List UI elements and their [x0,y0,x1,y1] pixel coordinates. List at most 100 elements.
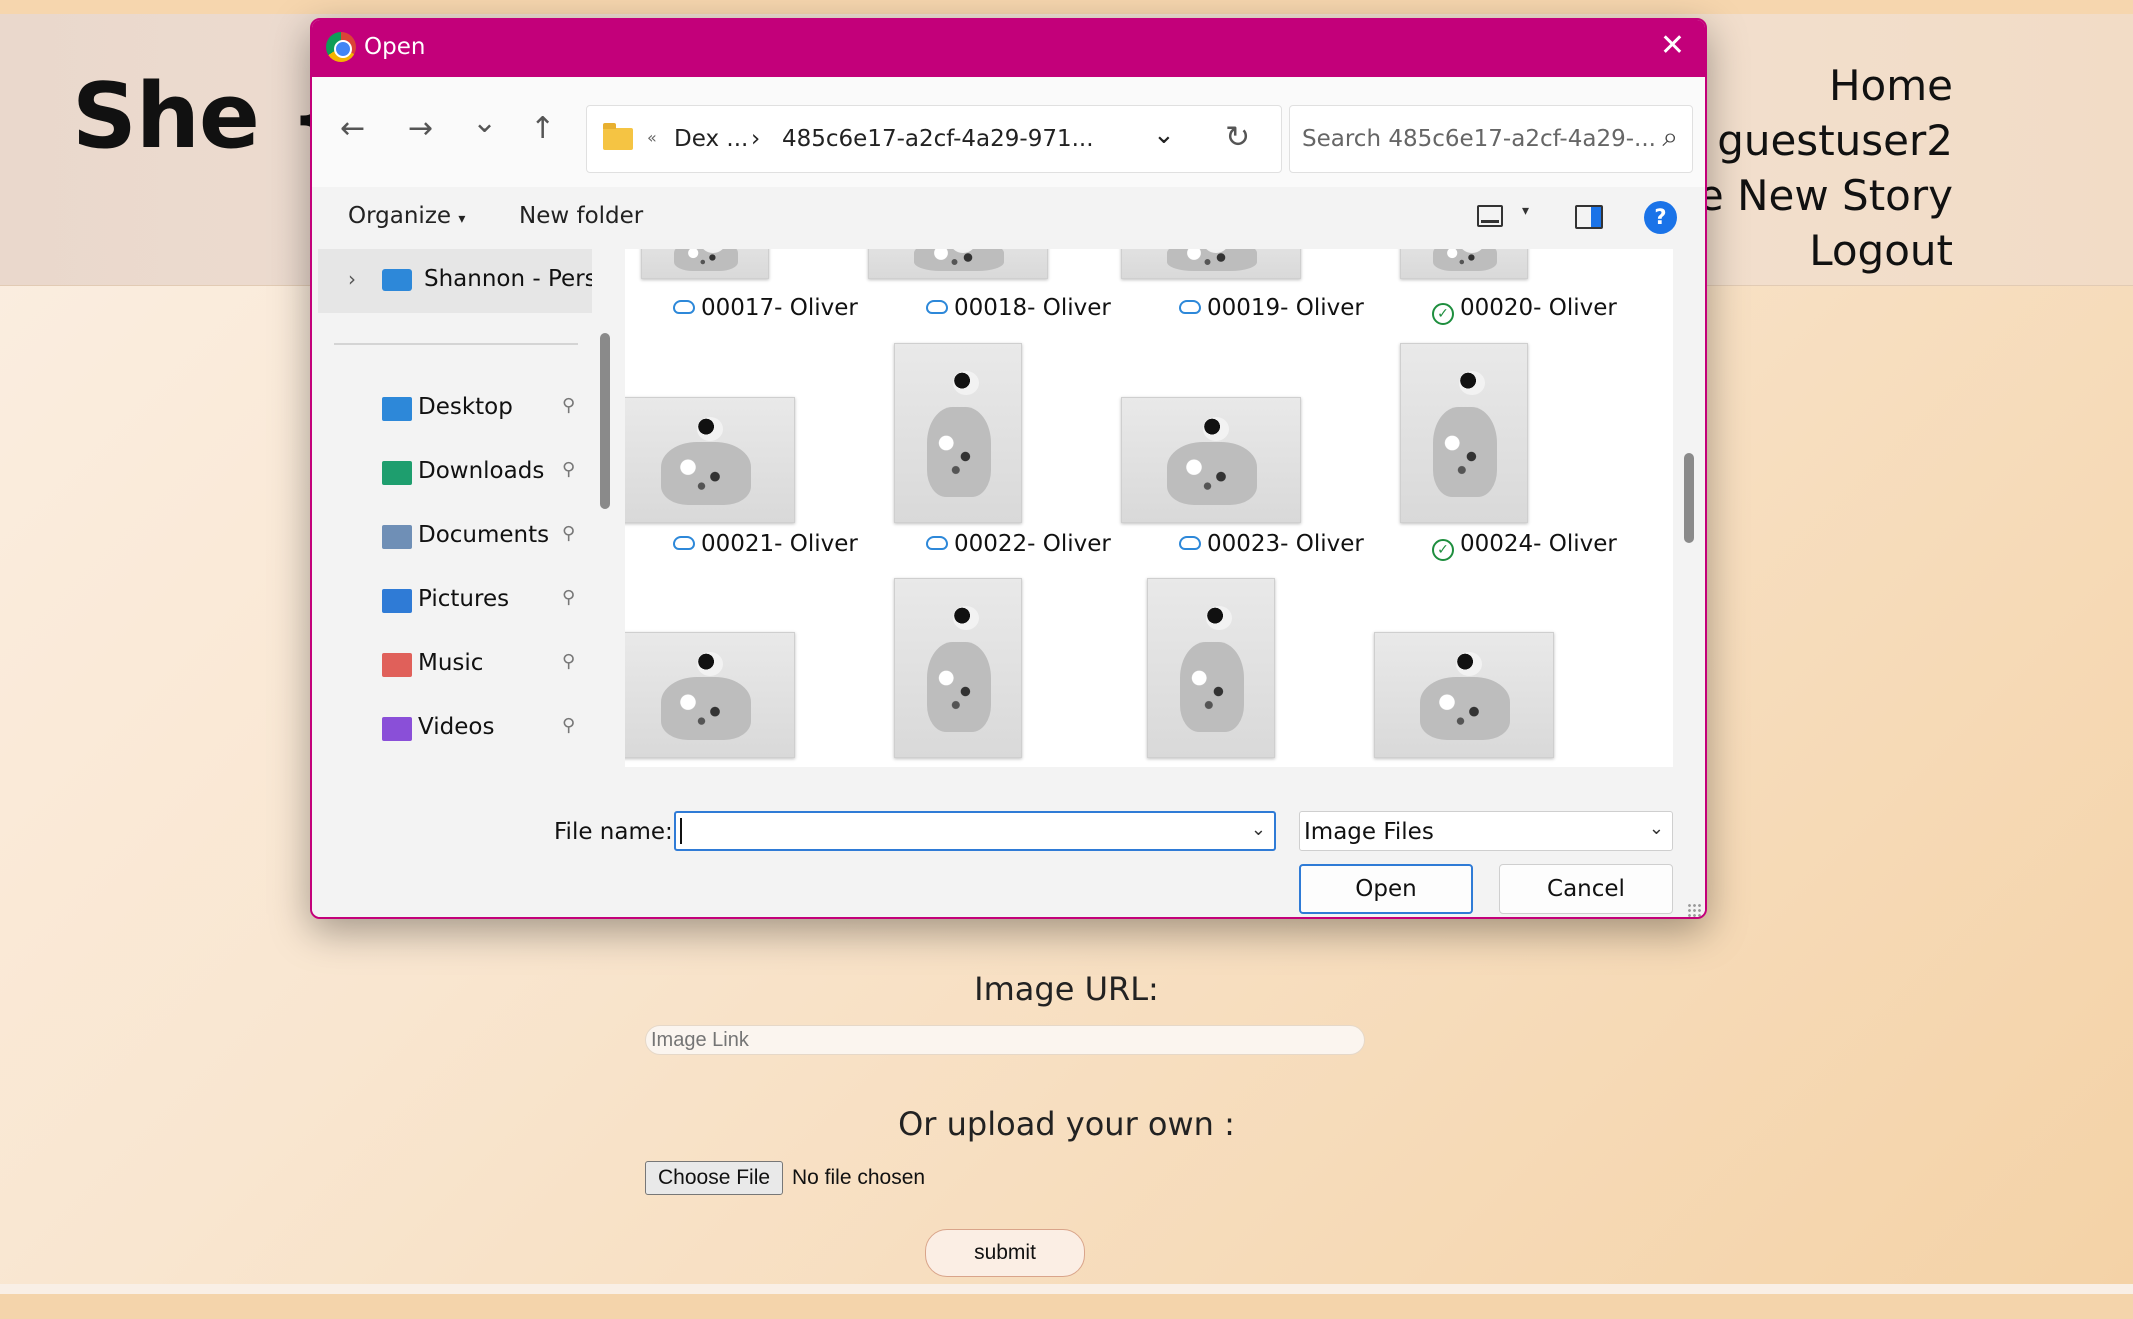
file-name-dropdown-icon[interactable]: ⌄ [1251,819,1266,840]
file-name-label[interactable]: 00019- Oliver [1179,295,1364,321]
pin-icon[interactable]: ⚲ [562,523,575,544]
file-type-select[interactable]: Image Files ⌄ [1299,811,1673,851]
top-strip [0,0,2133,14]
new-folder-button[interactable]: New folder [519,203,643,229]
view-caret-icon[interactable]: ▾ [1522,203,1529,219]
cloud-icon [673,536,695,550]
nav-new-story-link[interactable]: ite New Story [1670,168,1953,223]
file-thumbnail[interactable] [1121,249,1301,279]
image-url-label: Image URL: [974,970,1159,1008]
file-upload-field: Choose File No file chosen [645,1161,1365,1197]
sidebar-music-label: Music [418,650,484,676]
dog-photo [1167,442,1257,505]
preview-pane-icon[interactable] [1575,205,1603,229]
search-icon[interactable]: ⌕ [1662,120,1678,154]
overflow-icon[interactable]: « [647,128,657,147]
file-name-label[interactable]: 00021- Oliver [673,531,858,557]
file-name-input[interactable]: ⌄ [674,811,1276,851]
pin-icon[interactable]: ⚲ [562,651,575,672]
file-name-label[interactable]: 00023- Oliver [1179,531,1364,557]
file-thumbnail[interactable] [868,249,1048,279]
recent-locations-icon[interactable]: ⌄ [472,105,497,140]
sidebar-downloads-label: Downloads [418,458,545,484]
file-name-label[interactable]: ✓ 00020- Oliver [1432,295,1617,325]
file-thumbnail[interactable] [1374,632,1554,758]
file-list-scroll-thumb[interactable] [1684,453,1694,543]
refresh-icon[interactable]: ↻ [1225,120,1250,155]
synced-check-icon: ✓ [1432,539,1454,561]
dog-photo [1433,249,1497,271]
onedrive-folder-icon [382,269,412,291]
cloud-icon [926,536,948,550]
file-thumbnail[interactable] [1400,343,1528,523]
resize-grip-icon[interactable] [1687,903,1701,917]
sidebar-item-onedrive[interactable]: › Shannon - Perso [318,249,592,313]
cloud-icon [926,300,948,314]
pin-icon[interactable]: ⚲ [562,715,575,736]
file-thumbnail[interactable] [641,249,769,279]
view-mode-icon[interactable] [1477,205,1503,227]
pin-icon[interactable]: ⚲ [562,587,575,608]
dialog-titlebar[interactable]: Open ✕ [312,20,1705,77]
file-thumbnail[interactable] [1147,578,1275,758]
file-name-label[interactable]: 00018- Oliver [926,295,1111,321]
pin-icon[interactable]: ⚲ [562,395,575,416]
breadcrumb-folder[interactable]: 485c6e17-a2cf-4a29-971... [782,126,1094,152]
sidebar-scroll-thumb[interactable] [600,333,610,509]
breadcrumb-dex[interactable]: Dex ... [674,126,748,152]
breadcrumb-separator-icon: › [751,126,761,152]
nav-home-link[interactable]: Home [1670,58,1953,113]
file-name-text: 00023- Oliver [1207,531,1364,557]
file-thumbnail[interactable] [1121,397,1301,523]
dog-head [1459,371,1485,395]
dog-photo [661,677,751,740]
help-icon[interactable]: ? [1644,201,1677,234]
image-url-input[interactable] [645,1025,1365,1055]
command-bar: Organize ▾ New folder ▾ ? [312,187,1705,249]
file-thumbnail[interactable] [625,632,795,758]
file-name-label[interactable]: 00017- Oliver [673,295,858,321]
dog-head [697,652,723,676]
up-arrow-icon[interactable]: ↑ [530,111,555,146]
organize-menu[interactable]: Organize ▾ [348,203,465,229]
file-name-text: 00021- Oliver [701,531,858,557]
site-nav: Home guestuser2 ite New Story Logout [1670,58,1953,278]
videos-folder-icon [382,717,412,741]
address-bar[interactable]: « Dex ... › 485c6e17-a2cf-4a29-971... ⌄ … [586,105,1282,173]
file-name-label[interactable]: ✓ 00024- Oliver [1432,531,1617,561]
music-folder-icon [382,653,412,677]
file-name-text: 00024- Oliver [1460,531,1617,557]
dog-head [1206,606,1232,630]
dog-head [697,417,723,441]
forward-arrow-icon[interactable]: → [408,111,433,146]
close-icon[interactable]: ✕ [1660,28,1685,63]
submit-button[interactable]: submit [925,1229,1085,1277]
expand-chevron-icon[interactable]: › [348,267,356,291]
pin-icon[interactable]: ⚲ [562,459,575,480]
file-thumbnail[interactable] [625,397,795,523]
nav-logout-link[interactable]: Logout [1670,223,1953,278]
nav-user-link[interactable]: guestuser2 [1670,113,1953,168]
dialog-navbar: ← → ⌄ ↑ « Dex ... › 485c6e17-a2cf-4a29-9… [312,77,1705,187]
file-name-text: 00017- Oliver [701,295,858,321]
file-thumbnail[interactable] [894,343,1022,523]
sidebar-desktop-label: Desktop [418,394,513,420]
search-box[interactable]: Search 485c6e17-a2cf-4a29-... ⌕ [1289,105,1693,173]
cancel-button[interactable]: Cancel [1499,864,1673,914]
chrome-icon [326,32,356,62]
organize-label: Organize [348,203,452,229]
file-thumbnail[interactable] [894,578,1022,758]
address-dropdown-icon[interactable]: ⌄ [1153,120,1175,150]
dog-photo [674,249,738,271]
open-button[interactable]: Open [1299,864,1473,914]
sidebar-onedrive-label: Shannon - Perso [424,266,592,292]
documents-folder-icon [382,525,412,549]
no-file-text: No file chosen [792,1166,926,1189]
file-thumbnail[interactable] [1400,249,1528,279]
dog-photo [1420,677,1510,740]
dog-head [953,371,979,395]
text-caret [680,818,682,844]
choose-file-button[interactable]: Choose File [645,1161,784,1195]
back-arrow-icon[interactable]: ← [340,111,365,146]
file-name-label[interactable]: 00022- Oliver [926,531,1111,557]
